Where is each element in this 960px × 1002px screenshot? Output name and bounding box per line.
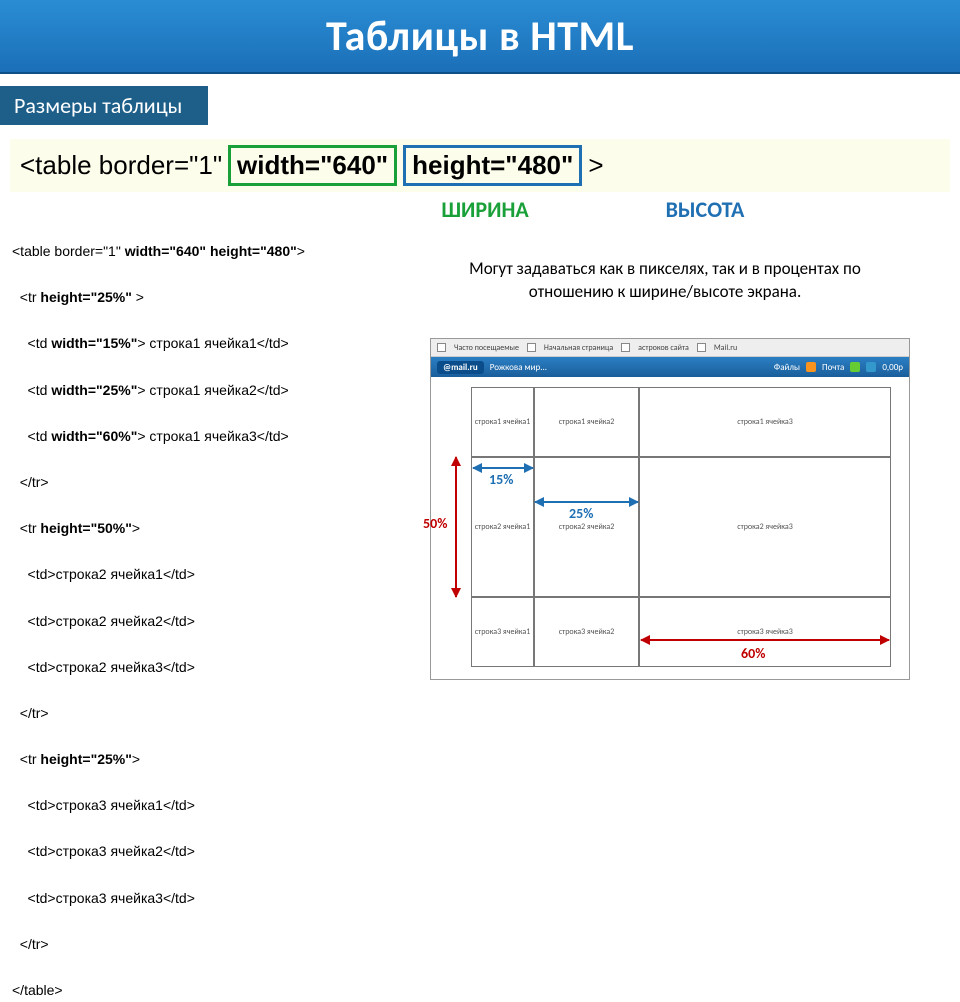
bookmark-icon — [437, 343, 446, 352]
syntax-height-box: height="480" — [403, 145, 582, 186]
table-cell: строка3 ячейка2 — [534, 597, 639, 667]
syntax-suffix: > — [588, 150, 603, 181]
arrow-height-50 — [455, 457, 457, 597]
bookmark-item: астроков сайта — [638, 343, 689, 353]
table-cell: строка3 ячейка1 — [471, 597, 534, 667]
bookmark-icon — [621, 343, 630, 352]
pct-50: 50% — [423, 515, 447, 532]
syntax-width-box: width="640" — [228, 145, 397, 186]
browser-bookmark-bar: Часто посещаемые Начальная страница астр… — [431, 339, 909, 357]
slide-title-bar: Таблицы в HTML — [0, 0, 960, 74]
label-width: ШИРИНА — [380, 196, 590, 223]
table-cell: строка1 ячейка1 — [471, 387, 534, 457]
code-block: <table border="1" width="640" height="48… — [12, 240, 305, 1002]
syntax-prefix: <table border="1" — [20, 150, 222, 181]
bookmark-item: Mail.ru — [714, 343, 737, 353]
bookmark-item: Часто посещаемые — [454, 343, 519, 353]
status-icon — [806, 362, 816, 372]
arrow-width-25 — [535, 501, 638, 503]
pct-25: 25% — [569, 505, 593, 522]
table-cell: строка2 ячейка3 — [639, 457, 891, 597]
label-height: ВЫСОТА — [590, 196, 820, 223]
rendered-table: строка1 ячейка1 строка1 ячейка2 строка1 … — [471, 387, 891, 667]
browser-screenshot: Часто посещаемые Начальная страница астр… — [430, 338, 910, 680]
bookmark-item: Начальная страница — [544, 343, 613, 353]
slide-title: Таблицы в HTML — [326, 11, 634, 62]
status-icon — [866, 362, 876, 372]
table-cell: строка2 ячейка2 — [534, 457, 639, 597]
status-icon — [850, 362, 860, 372]
pct-60: 60% — [741, 645, 765, 662]
attr-labels: ШИРИНА ВЫСОТА — [0, 196, 960, 223]
toolbar-item: Рожкова мир... — [490, 362, 547, 373]
toolbar-item: 0,00р — [882, 362, 903, 373]
arrow-width-60 — [641, 639, 889, 641]
bookmark-icon — [697, 343, 706, 352]
mail-logo: @mail.ru — [437, 361, 484, 374]
syntax-example: <table border="1" width="640" height="48… — [10, 139, 950, 192]
table-cell: строка1 ячейка2 — [534, 387, 639, 457]
description-text: Могут задаваться как в пикселях, так и в… — [430, 258, 900, 304]
arrow-width-15 — [473, 467, 533, 469]
pct-15: 15% — [489, 471, 513, 488]
bookmark-icon — [527, 343, 536, 352]
browser-mail-toolbar: @mail.ru Рожкова мир... Файлы Почта 0,00… — [431, 357, 909, 377]
toolbar-item: Почта — [822, 362, 844, 373]
table-cell: строка1 ячейка3 — [639, 387, 891, 457]
section-subtitle: Размеры таблицы — [0, 86, 208, 125]
toolbar-item: Файлы — [774, 362, 800, 373]
